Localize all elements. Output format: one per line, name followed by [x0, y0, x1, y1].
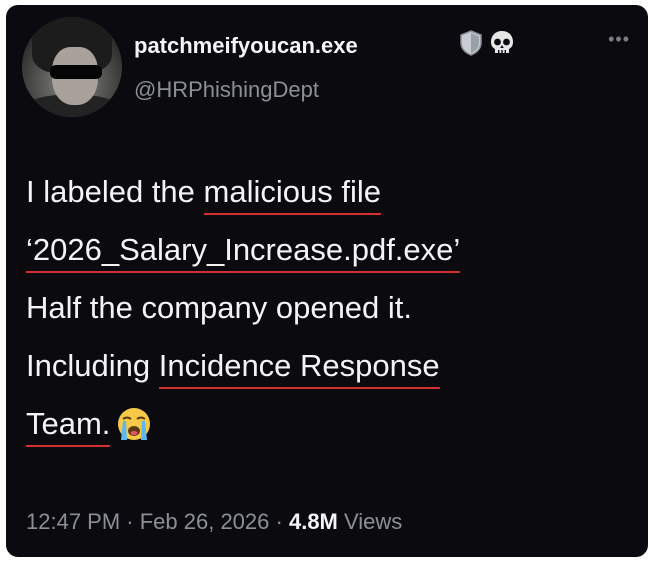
- underlined-phrase: Incidence Response: [158, 348, 440, 389]
- crying-face-icon: [116, 403, 152, 461]
- display-name[interactable]: patchmeifyoucan.exe: [134, 33, 358, 59]
- post-text-segment: Including: [26, 348, 159, 383]
- post-line-1: I labeled the malicious file: [26, 163, 626, 221]
- avatar[interactable]: [22, 17, 122, 117]
- underlined-phrase: Team.: [26, 406, 111, 447]
- post-text-segment: I labeled the: [26, 174, 204, 209]
- post-line-3: Half the company opened it.: [26, 290, 413, 325]
- avatar-sunglasses: [50, 65, 102, 79]
- post-line-5: Team.: [26, 395, 626, 461]
- name-badges: [458, 29, 516, 62]
- post-line-4: Including Incidence Response: [26, 337, 626, 395]
- views-count: 4.8M: [288, 509, 338, 534]
- post-line-2: ‘2026_Salary_Increase.pdf.exe’: [26, 221, 626, 279]
- user-handle[interactable]: @HRPhishingDept: [134, 77, 319, 103]
- separator: ·: [269, 509, 289, 534]
- skull-icon: [488, 29, 516, 62]
- post-date[interactable]: Feb 26, 2026: [140, 509, 270, 534]
- underlined-filename: ‘2026_Salary_Increase.pdf.exe’: [26, 232, 461, 273]
- underlined-phrase: malicious file: [203, 174, 381, 215]
- post-card: patchmeifyoucan.exe ••• @HRPhishingDept …: [6, 5, 648, 557]
- post-text: I labeled the malicious file ‘2026_Salar…: [26, 163, 626, 461]
- post-meta: 12:47 PM · Feb 26, 2026 · 4.8M Views: [26, 509, 402, 535]
- views-label: Views: [337, 509, 403, 534]
- more-icon[interactable]: •••: [608, 29, 630, 50]
- shield-icon: [458, 29, 484, 62]
- separator: ·: [120, 509, 140, 534]
- post-time[interactable]: 12:47 PM: [26, 509, 120, 534]
